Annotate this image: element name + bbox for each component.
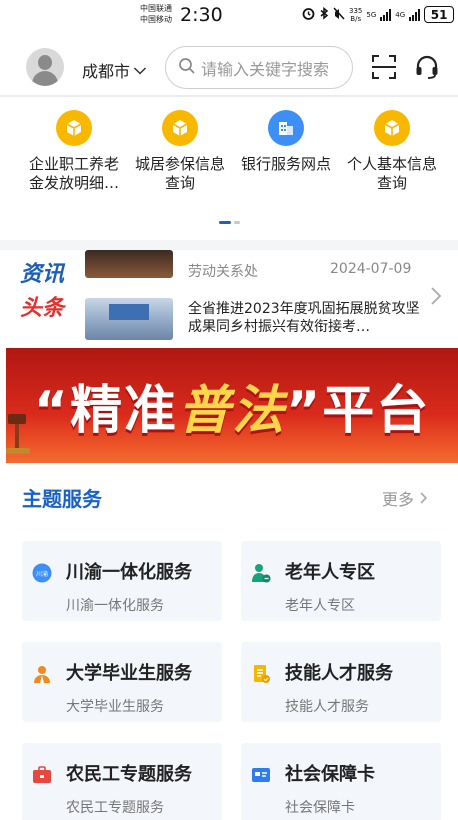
status-time: 2:30: [180, 4, 223, 26]
carousel-indicator: [219, 221, 240, 224]
quick-item-bank[interactable]: 银行服务网点: [230, 110, 342, 174]
signal-icon-2: [409, 8, 421, 21]
quick-item-label: 个人基本信息 查询: [346, 155, 437, 192]
avatar-head: [38, 55, 52, 70]
avatar-body: [32, 71, 58, 86]
quick-item-label: 企业职工养老 金发放明细…: [28, 155, 119, 192]
mute-icon: [333, 6, 345, 23]
card-title: 技能人才服务: [285, 663, 393, 684]
news-logo: 资讯 头条: [20, 258, 78, 326]
card-subtitle: 社会保障卡: [285, 800, 355, 816]
alarm-icon: [302, 7, 315, 23]
quick-menu: 企业职工养老 金发放明细… 城居参保信息 查询 银行服务网点 个人基本信息 查询: [0, 110, 458, 200]
carrier-2: 中国移动: [140, 15, 172, 24]
cube-icon: [162, 110, 198, 146]
net-speed-value: 335: [349, 6, 363, 15]
service-card-skill[interactable]: 技能人才服务 技能人才服务: [241, 642, 441, 722]
net-speed-unit: B/s: [350, 14, 362, 23]
service-card-migrant-worker[interactable]: 农民工专题服务 农民工专题服务: [22, 743, 222, 820]
chuanyu-icon-text: 川渝: [36, 570, 48, 578]
status-bar: 中国联通 中国移动 2:30 335 B/s 5G 4G 51: [0, 0, 458, 34]
briefcase-icon: [33, 766, 51, 783]
card-subtitle: 川渝一体化服务: [66, 598, 164, 614]
section-title: 主题服务: [22, 487, 102, 511]
customer-service-icon[interactable]: [414, 54, 440, 80]
banner-word-1: 精准: [69, 381, 178, 441]
card-title: 老年人专区: [285, 562, 375, 583]
card-subtitle: 农民工专题服务: [66, 800, 164, 816]
net-speed: 335 B/s: [349, 7, 362, 23]
banner-word-2: 普法: [177, 381, 286, 441]
signal-icon: [380, 8, 392, 21]
card-subtitle: 大学毕业生服务: [66, 699, 164, 715]
chuanyu-icon: 川渝: [32, 563, 52, 583]
social-card-icon: [252, 768, 270, 782]
battery-icon: 51: [424, 6, 455, 23]
news-date: 2024-07-09: [330, 261, 412, 277]
service-card-social-security[interactable]: 社会保障卡 社会保障卡: [241, 743, 441, 820]
banner-left-quote: “: [33, 381, 70, 441]
more-label: 更多: [382, 490, 415, 509]
news-logo-line1: 资讯: [20, 262, 65, 287]
chevron-down-icon: [133, 61, 147, 80]
more-link[interactable]: 更多: [382, 486, 429, 510]
card-subtitle: 老年人专区: [285, 598, 355, 614]
thumbnail-screen: [109, 304, 149, 320]
news-title: 全省推进2023年度巩固拓展脱贫攻坚成果同乡村振兴有效衔接考…: [188, 301, 420, 335]
card-title: 农民工专题服务: [66, 764, 192, 785]
cube-icon: [56, 110, 92, 146]
building-icon: [268, 110, 304, 146]
city-selector[interactable]: 成都市: [82, 58, 147, 82]
indicator-dot-active: [219, 221, 231, 224]
banner-title: “精准普法”平台: [6, 368, 458, 443]
quick-item-label: 银行服务网点: [240, 155, 331, 173]
card-title: 社会保障卡: [285, 764, 375, 785]
search-placeholder: 请输入关键字搜索: [201, 59, 330, 79]
news-thumbnail-2: [85, 298, 173, 340]
graduate-icon: [34, 666, 50, 683]
cube-icon: [374, 110, 410, 146]
news-source: 劳动关系处: [188, 264, 258, 280]
bluetooth-icon: [319, 6, 329, 23]
carrier-1: 中国联通: [140, 4, 172, 13]
app-header: 成都市 请输入关键字搜索: [0, 34, 458, 96]
network-type-1: 5G: [366, 10, 377, 19]
banner-word-3: 平台: [322, 381, 431, 441]
service-card-chuanyu[interactable]: 川渝 川渝一体化服务 川渝一体化服务: [22, 541, 222, 621]
service-card-elderly[interactable]: 老年人专区 老年人专区: [241, 541, 441, 621]
search-icon: [178, 57, 196, 79]
news-ticker[interactable]: 资讯 头条 劳动关系处 2024-07-09 全省推进2023年度巩固拓展脱贫攻…: [0, 250, 458, 346]
network-type-2: 4G: [395, 10, 406, 19]
skill-doc-icon: [254, 665, 270, 683]
city-label: 成都市: [82, 62, 131, 81]
news-logo-line2: 头条: [20, 296, 65, 321]
service-card-graduate[interactable]: 大学毕业生服务 大学毕业生服务: [22, 642, 222, 722]
indicator-dot: [234, 221, 240, 224]
quick-item-insurance[interactable]: 城居参保信息 查询: [124, 110, 236, 193]
card-subtitle: 技能人才服务: [285, 699, 369, 715]
quick-item-pension[interactable]: 企业职工养老 金发放明细…: [18, 110, 130, 193]
chevron-right-icon: [420, 492, 428, 504]
chevron-right-icon[interactable]: [430, 286, 442, 312]
promo-banner[interactable]: “精准普法”平台: [6, 348, 458, 463]
quick-item-personal-info[interactable]: 个人基本信息 查询: [336, 110, 448, 193]
carrier-names: 中国联通 中国移动: [140, 3, 172, 25]
elderly-icon: [252, 564, 271, 583]
quick-item-label: 城居参保信息 查询: [134, 155, 225, 192]
search-input[interactable]: 请输入关键字搜索: [165, 46, 353, 89]
card-title: 大学毕业生服务: [66, 663, 192, 684]
banner-right-quote: ”: [286, 381, 323, 441]
news-thumbnail-1: [85, 250, 173, 278]
header-divider: [0, 95, 458, 97]
scan-icon[interactable]: [371, 54, 397, 80]
avatar[interactable]: [26, 48, 64, 86]
section-gap: [0, 240, 458, 250]
system-icons: 335 B/s 5G 4G 51: [302, 6, 455, 23]
card-title: 川渝一体化服务: [66, 562, 192, 583]
